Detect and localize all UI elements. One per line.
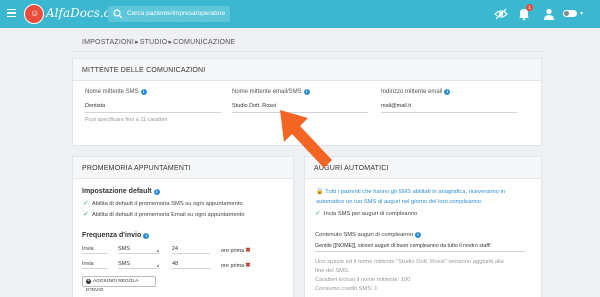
check-icon: ✓	[83, 211, 89, 218]
search-input[interactable]: Cerca paziente/impresa/operatore	[108, 6, 230, 22]
channel-select[interactable]: SMS	[118, 261, 130, 267]
card-header: MITTENTE DELLE COMUNICAZIONI	[73, 59, 541, 81]
birthday-message-field[interactable]: Gentile [[NOME]], sinceri auguri di buon…	[315, 243, 491, 249]
email-sender-address-field[interactable]: mail@mail.it	[381, 103, 411, 109]
sms-sender-label: Nome mittente SMS i	[85, 89, 147, 95]
field-underline	[172, 253, 210, 254]
field-underline	[118, 268, 160, 269]
email-sender-address-label: Indirizzo mittente email i	[381, 89, 451, 95]
divider	[72, 51, 542, 52]
birthday-notice: 🔒 Tutti i pazienti che hanno gli SMS abi…	[316, 189, 506, 205]
unit-label: ore prima✖	[221, 262, 251, 269]
unit-label: ore prima✖	[221, 247, 251, 254]
search-placeholder: Cerca paziente/impresa/operatore	[127, 10, 226, 17]
field-underline	[172, 268, 210, 269]
breadcrumb: IMPOSTAZIONI▸STUDIO▸COMUNICAZIONE	[82, 38, 236, 46]
info-icon[interactable]: i	[444, 89, 451, 95]
field-underline	[315, 251, 525, 252]
frequency-heading: Frequenza d'invio i	[82, 232, 150, 239]
breadcrumb-item[interactable]: STUDIO	[140, 39, 168, 46]
field-underline	[82, 268, 108, 269]
breadcrumb-separator: ▸	[168, 39, 173, 46]
sms-sender-field[interactable]: Dentista	[85, 103, 105, 109]
plus-icon: +	[86, 278, 91, 284]
field-underline	[85, 112, 221, 113]
add-rule-button[interactable]: + AGGIUNGI REGOLA D'INVIO	[82, 276, 156, 293]
annotation-arrow-icon	[280, 110, 332, 168]
status-toggle[interactable]	[563, 10, 577, 17]
channel-select[interactable]: SMS	[118, 246, 130, 252]
birthday-sms-check[interactable]: ✓ Invia SMS per auguri di compleanno	[315, 209, 417, 217]
sms-sender-hint: Puoi specificare fino a 11 caratteri	[85, 117, 168, 123]
search-icon	[113, 9, 123, 19]
logo-icon[interactable]: ☺	[24, 4, 44, 24]
hours-input[interactable]: 24	[172, 246, 178, 252]
remove-rule-icon[interactable]: ✖	[245, 247, 250, 254]
send-label: Invia	[82, 246, 94, 252]
user-icon[interactable]	[542, 7, 556, 21]
card-header: PROMEMORIA APPUNTAMENTI	[73, 157, 293, 179]
card-header: AUGURI AUTOMATICI	[305, 157, 541, 179]
field-underline	[118, 253, 160, 254]
breadcrumb-item[interactable]: IMPOSTAZIONI	[82, 39, 134, 46]
default-settings-heading: Impostazione default i	[82, 188, 160, 195]
top-bar: ☺ AlfaDocs.com Cerca paziente/impresa/op…	[0, 0, 600, 28]
menu-icon[interactable]	[7, 9, 16, 18]
breadcrumb-separator: ▸	[135, 39, 139, 46]
field-underline	[82, 253, 108, 254]
info-icon[interactable]: i	[143, 233, 150, 239]
send-label: Invia	[82, 261, 94, 267]
check-icon: ✓	[83, 200, 89, 207]
chevron-down-icon[interactable]: ▾	[580, 10, 583, 17]
card-title: MITTENTE DELLE COMUNICAZIONI	[82, 67, 206, 74]
dropdown-icon[interactable]	[156, 249, 159, 252]
email-sender-name-label: Nome mittente email/SMS i	[232, 89, 310, 95]
email-sender-name-field[interactable]: Studio Dott. Rossi	[232, 103, 276, 109]
sms-content-label: Contenuto SMS auguri di compleanno i	[315, 232, 421, 238]
info-icon[interactable]: i	[303, 89, 310, 95]
check-icon: ✓	[315, 210, 321, 217]
hours-input[interactable]: 48	[172, 261, 178, 267]
info-icon[interactable]: i	[153, 189, 160, 195]
card-title: PROMEMORIA APPUNTAMENTI	[82, 165, 191, 172]
breadcrumb-item: COMUNICAZIONE	[173, 39, 236, 46]
lock-icon: 🔒	[316, 189, 326, 195]
sms-reminder-default-check[interactable]: ✓ Abilita di default il promemoria SMS su…	[83, 199, 243, 207]
info-icon[interactable]: i	[140, 89, 147, 95]
eye-off-icon[interactable]	[494, 7, 508, 21]
field-underline	[381, 112, 517, 113]
email-reminder-default-check[interactable]: ✓ Abilita di default il promemoria Email …	[83, 210, 245, 218]
notification-badge: 1	[526, 4, 533, 11]
sms-info-note: Uno spazio ed il nome mittente "Studio D…	[315, 259, 504, 292]
dropdown-icon[interactable]	[156, 264, 159, 267]
info-icon[interactable]: i	[414, 232, 421, 238]
remove-rule-icon[interactable]: ✖	[245, 262, 250, 269]
